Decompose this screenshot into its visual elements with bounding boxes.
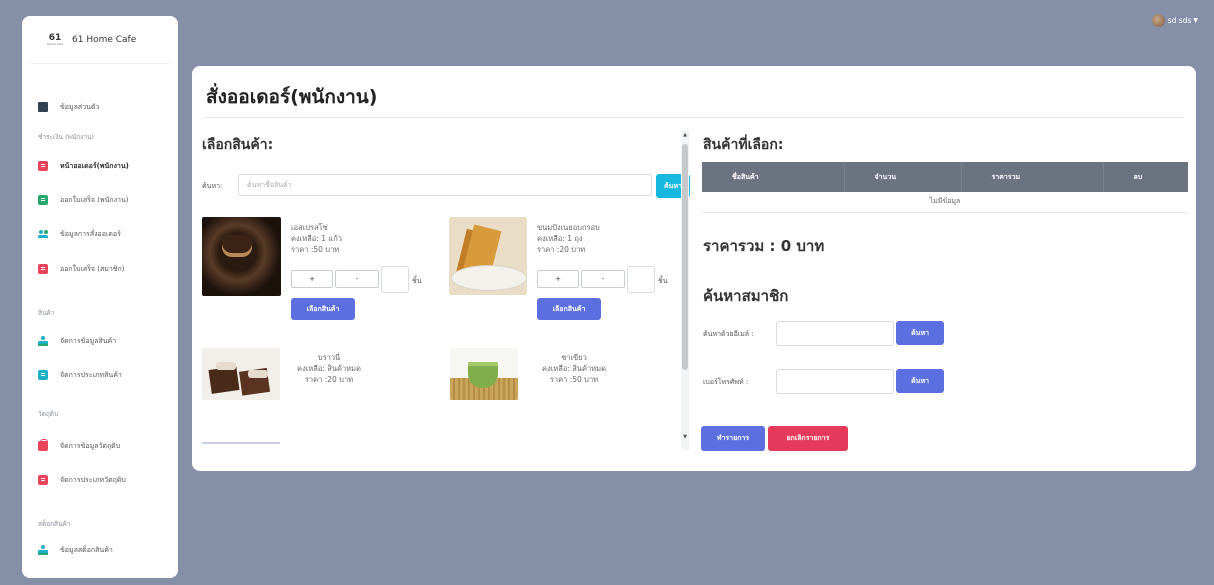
scrollbar-thumb[interactable] (682, 144, 688, 370)
product-stock: คงเหลือ: สินค้าหมด (542, 364, 606, 373)
sidebar-item-receipt-member[interactable]: ออกใบเสร็จ (สมาชิก) (38, 261, 125, 277)
total-price: ราคารวม : 0 บาท (703, 237, 825, 255)
order-card: สั่งออเดอร์(พนักงาน) เลือกสินค้า: ค้นหา:… (192, 66, 1196, 471)
user-name: sd sds (1167, 16, 1192, 25)
sidebar-heading-product: สินค้า (38, 309, 55, 317)
product-image-espresso (202, 217, 281, 296)
submit-order-button[interactable]: ทำรายการ (701, 426, 765, 451)
select-product-button[interactable]: เลือกสินค้า (537, 298, 601, 320)
product-image-brownie (202, 348, 280, 400)
column-header: จำนวน (843, 162, 961, 192)
column-header: ราคารวม (960, 162, 1103, 192)
sidebar-heading-ingredients: วัตถุดิบ (38, 410, 59, 418)
sidebar-item-ingredient-type[interactable]: จัดการประเภทวัตถุดิบ (38, 472, 126, 488)
product-list-overflow (202, 442, 280, 444)
product-price: ราคา :50 บาท (291, 245, 340, 254)
quantity-input[interactable] (627, 266, 655, 293)
shop-icon (38, 439, 48, 451)
product-stock: คงเหลือ: สินค้าหมด (297, 364, 361, 373)
phone-search-input[interactable] (776, 369, 894, 394)
receipt-icon (38, 264, 48, 274)
unit-label: ชิ้น (412, 277, 422, 285)
divider (204, 117, 1184, 118)
scroll-down-icon[interactable]: ▼ (682, 434, 688, 440)
people-icon (38, 336, 48, 346)
column-header: ลบ (1102, 162, 1188, 192)
product-name: เอสเปรสโซ่ (291, 223, 328, 232)
member-search-title: ค้นหาสมาชิก (703, 287, 789, 305)
email-search-button[interactable]: ค้นหา (896, 321, 944, 345)
sidebar-item-receipt-staff[interactable]: ออกใบเสร็จ (พนักงาน) (38, 192, 129, 208)
receipt-icon (38, 195, 48, 205)
sidebar-item-profile[interactable]: ข้อมูลส่วนตัว (38, 99, 99, 115)
product-price: ราคา :50 บาท (549, 375, 599, 384)
product-info: บราวนี่ คงเหลือ: สินค้าหมด ราคา :20 บาท (289, 352, 369, 385)
sidebar-heading-stock: สต็อกสินค้า (38, 520, 71, 528)
sidebar-item-order[interactable]: หน้าออเดอร์(พนักงาน) (38, 158, 129, 174)
product-search-input[interactable] (238, 174, 652, 196)
product-image-bread (449, 217, 527, 295)
sidebar-item-product-type[interactable]: จัดการประเภทสินค้า (38, 367, 122, 383)
product-stock: คงเหลือ: 1 แก้ว (291, 234, 342, 243)
email-search-label: ค้นหาด้วยอีเมล์ : (703, 330, 754, 338)
qty-minus-button[interactable]: - (581, 270, 625, 288)
receipt-icon (38, 161, 48, 171)
brand-name: 61 Home Cafe (72, 34, 137, 45)
product-price: ราคา :20 บาท (304, 375, 354, 384)
selected-products-table: ชื่อสินค้า จำนวน ราคารวม ลบ ไม่มีข้อมูล (702, 162, 1188, 213)
brand[interactable]: 61 Home cafe 61 Home Cafe (30, 16, 170, 64)
empty-table-message: ไม่มีข้อมูล (702, 192, 1188, 213)
receipt-icon (38, 475, 48, 485)
phone-search-label: เบอร์โทรศัพท์ : (703, 378, 749, 386)
users-icon (38, 229, 48, 239)
chevron-down-icon: ▼ (1193, 17, 1198, 24)
choose-product-title: เลือกสินค้า: (202, 137, 274, 153)
avatar (1151, 14, 1165, 27)
phone-search-button[interactable]: ค้นหา (896, 369, 944, 393)
product-name: ขนมปังเนยอบกรอบ (537, 223, 600, 232)
sidebar: 61 Home cafe 61 Home Cafe ข้อมูลส่วนตัว … (22, 16, 178, 578)
product-info: เอสเปรสโซ่ คงเหลือ: 1 แก้ว ราคา :50 บาท (291, 222, 342, 255)
cancel-order-button[interactable]: ยกเลิกรายการ (768, 426, 848, 451)
people-icon (38, 545, 48, 555)
unit-label: ชิ้น (658, 277, 668, 285)
table-row: ไม่มีข้อมูล (702, 192, 1188, 213)
id-card-icon (38, 102, 48, 112)
product-info: ขนมปังเนยอบกรอบ คงเหลือ: 1 ถุง ราคา :20 … (537, 222, 600, 255)
sidebar-item-product-data[interactable]: จัดการข้อมูลสินค้า (38, 333, 116, 349)
sidebar-item-order-history[interactable]: ข้อมูลการสั่งออเดอร์ (38, 226, 121, 242)
product-stock: คงเหลือ: 1 ถุง (537, 234, 583, 243)
qty-plus-button[interactable]: + (291, 270, 333, 288)
receipt-icon (38, 370, 48, 380)
user-menu[interactable]: sd sds ▼ (1151, 14, 1198, 27)
product-info: ชาเขียว คงเหลือ: สินค้าหมด ราคา :50 บาท (534, 352, 614, 385)
sidebar-item-stock[interactable]: ข้อมูลสต็อกสินค้า (38, 542, 113, 558)
scroll-up-icon[interactable]: ▲ (682, 132, 688, 138)
page-title: สั่งออเดอร์(พนักงาน) (206, 86, 378, 108)
sidebar-item-ingredient-data[interactable]: จัดการข้อมูลวัตถุดิบ (38, 438, 120, 454)
brand-logo: 61 Home cafe (46, 32, 64, 46)
qty-plus-button[interactable]: + (537, 270, 579, 288)
email-search-input[interactable] (776, 321, 894, 346)
search-label: ค้นหา: (202, 182, 223, 190)
product-name: บราวนี่ (317, 353, 341, 362)
qty-minus-button[interactable]: - (335, 270, 379, 288)
product-price: ราคา :20 บาท (537, 245, 586, 254)
column-header: ชื่อสินค้า (702, 162, 844, 192)
selected-products-title: สินค้าที่เลือก: (703, 137, 784, 153)
quantity-input[interactable] (381, 266, 409, 293)
product-image-matcha (450, 348, 518, 400)
select-product-button[interactable]: เลือกสินค้า (291, 298, 355, 320)
product-name: ชาเขียว (561, 353, 587, 362)
sidebar-heading-payment: ชำระเงิน (พนักงาน) (38, 133, 94, 141)
